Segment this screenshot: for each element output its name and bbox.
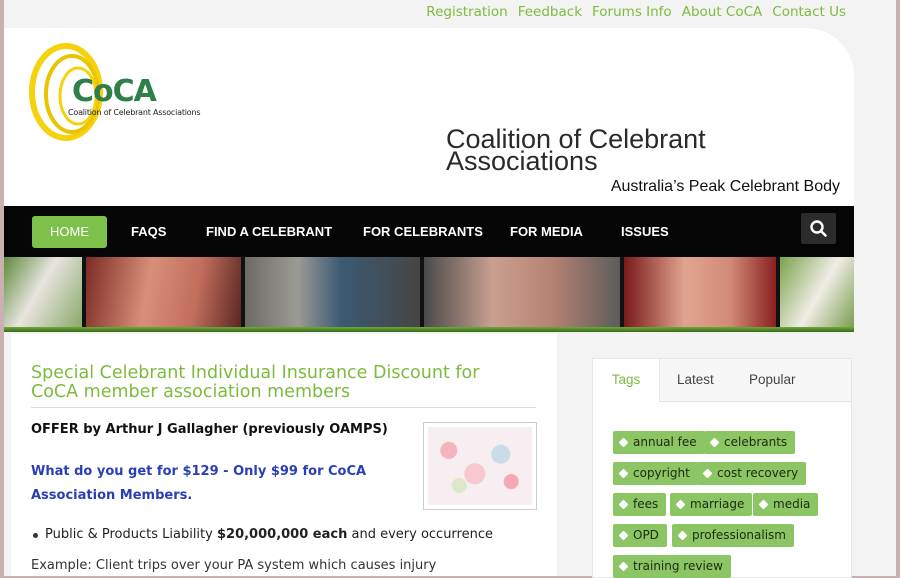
coca-logo[interactable]: CoCA Coalition of Celebrant Associations [28, 40, 208, 150]
banner-photo-bride-right [780, 257, 854, 327]
nav-for-celebrants[interactable]: FOR CELEBRANTS [363, 216, 483, 248]
article-title[interactable]: Special Celebrant Individual Insurance D… [31, 364, 531, 402]
banner-underline [4, 327, 854, 332]
tag-annual-fee[interactable]: annual fee [613, 431, 705, 454]
tag-celebrants[interactable]: celebrants [704, 431, 796, 454]
nav-home[interactable]: HOME [32, 216, 107, 248]
banner-photo-guests [245, 257, 420, 327]
main-content: Special Celebrant Individual Insurance D… [11, 334, 557, 576]
sidebar-widget: Tags Latest Popular annual fee celebrant… [592, 358, 852, 578]
banner-photo-stacked-hands [624, 257, 776, 327]
sidebar-tabs: Tags Latest Popular [593, 359, 851, 402]
nav-find-celebrant[interactable]: FIND A CELEBRANT [206, 216, 332, 248]
registration-link[interactable]: Registration [426, 4, 507, 22]
title-divider [31, 407, 536, 408]
tag-copyright[interactable]: copyright [613, 462, 698, 485]
offer-heading: OFFER by Arthur J Gallagher (previously … [31, 422, 388, 437]
logo-name: CoCA [72, 74, 157, 109]
coverage-bullet: Public & Products Liability $20,000,000 … [33, 527, 493, 542]
contact-link[interactable]: Contact Us [772, 4, 846, 22]
tag-fees[interactable]: fees [613, 493, 667, 516]
banner-photo-bride [4, 257, 82, 327]
tag-professionalism[interactable]: professionalism [672, 524, 794, 547]
logo-subtitle: Coalition of Celebrant Associations [68, 108, 201, 117]
example-text: Example: Client trips over your PA syste… [31, 558, 437, 573]
nav-for-media[interactable]: FOR MEDIA [510, 216, 583, 248]
search-icon [810, 220, 827, 237]
search-button[interactable] [801, 213, 836, 244]
tag-media[interactable]: media [753, 493, 819, 516]
about-link[interactable]: About CoCA [682, 4, 763, 22]
site-header: CoCA Coalition of Celebrant Associations… [4, 28, 854, 206]
bullet-text-post: and every occurrence [347, 527, 493, 542]
tab-popular[interactable]: Popular [749, 359, 796, 401]
top-links: Registration Feedback Forums Info About … [426, 4, 846, 22]
tab-tags[interactable]: Tags [593, 359, 660, 402]
main-nav: HOME FAQS FIND A CELEBRANT FOR CELEBRANT… [4, 206, 854, 257]
tab-latest[interactable]: Latest [677, 359, 714, 401]
feedback-link[interactable]: Feedback [518, 4, 582, 22]
banner-photo-hands-ring [86, 257, 241, 327]
offer-price-link[interactable]: What do you get for $129 - Only $99 for … [31, 460, 411, 508]
tag-marriage[interactable]: marriage [670, 493, 753, 516]
bullet-text-pre: Public & Products Liability [45, 527, 217, 542]
photo-banner [4, 257, 854, 327]
nav-issues[interactable]: ISSUES [621, 216, 669, 248]
site-tagline: Australia’s Peak Celebrant Body [610, 178, 840, 195]
tag-training-review[interactable]: training review [613, 555, 731, 578]
site-title: Coalition of Celebrant Associations [446, 126, 826, 175]
tag-opd[interactable]: OPD [613, 524, 667, 547]
tag-cost-recovery[interactable]: cost recovery [697, 462, 807, 485]
banner-photo-hands [424, 257, 620, 327]
nav-faqs[interactable]: FAQS [131, 216, 166, 248]
bullet-text-bold: $20,000,000 each [216, 527, 348, 542]
article-thumbnail[interactable] [423, 422, 537, 510]
forums-info-link[interactable]: Forums Info [592, 4, 672, 22]
thumbnail-image [428, 427, 532, 505]
